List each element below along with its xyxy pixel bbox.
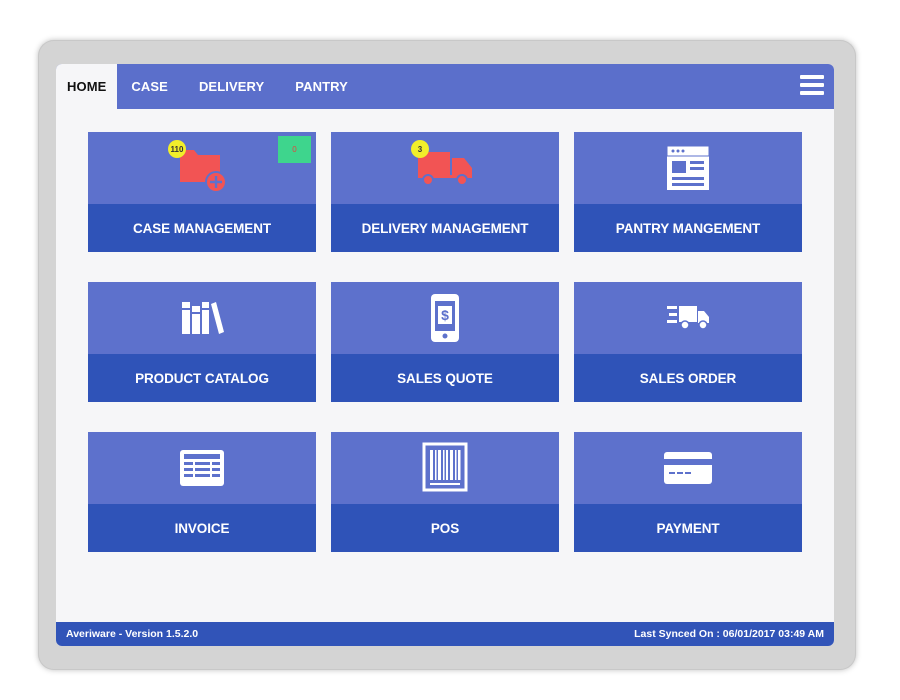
- status-footer: Averiware - Version 1.5.2.0 Last Synced …: [56, 622, 834, 646]
- svg-text:$: $: [441, 307, 449, 323]
- tile-label: SALES ORDER: [574, 354, 802, 402]
- books-icon: [178, 298, 226, 343]
- tile-label: POS: [331, 504, 559, 552]
- tile-pos[interactable]: POS: [331, 432, 559, 552]
- tile-payment[interactable]: PAYMENT: [574, 432, 802, 552]
- tile-delivery-management[interactable]: 3 DELIVERY MANAGEMENT: [331, 132, 559, 252]
- top-nav-bar: HOME CASE DELIVERY PANTRY: [56, 64, 834, 109]
- tab-home[interactable]: HOME: [56, 64, 118, 109]
- app-screen: HOME CASE DELIVERY PANTRY 110 0 CASE MAN…: [56, 64, 834, 646]
- tile-sales-order[interactable]: SALES ORDER: [574, 282, 802, 402]
- browser-window-icon: [665, 144, 711, 197]
- tab-pantry[interactable]: PANTRY: [283, 64, 360, 109]
- tile-product-catalog[interactable]: PRODUCT CATALOG: [88, 282, 316, 402]
- secondary-count-badge: 0: [278, 136, 311, 163]
- tile-label: SALES QUOTE: [331, 354, 559, 402]
- mobile-dollar-icon: $: [428, 292, 462, 349]
- tab-case[interactable]: CASE: [119, 64, 180, 109]
- tab-delivery[interactable]: DELIVERY: [187, 64, 276, 109]
- tile-invoice[interactable]: INVOICE: [88, 432, 316, 552]
- fast-delivery-icon: [665, 302, 711, 337]
- tile-label: PRODUCT CATALOG: [88, 354, 316, 402]
- last-synced-text: Last Synced On : 06/01/2017 03:49 AM: [634, 628, 824, 640]
- delivery-count-badge: 3: [411, 140, 429, 158]
- credit-card-icon: [662, 450, 714, 491]
- tile-label: CASE MANAGEMENT: [88, 204, 316, 252]
- case-count-badge: 110: [168, 140, 186, 158]
- tile-label: DELIVERY MANAGEMENT: [331, 204, 559, 252]
- hamburger-menu-icon[interactable]: [800, 73, 824, 97]
- tile-label: PAYMENT: [574, 504, 802, 552]
- tile-sales-quote[interactable]: $ SALES QUOTE: [331, 282, 559, 402]
- barcode-icon: [422, 442, 468, 497]
- tile-label: INVOICE: [88, 504, 316, 552]
- tile-case-management[interactable]: 110 0 CASE MANAGEMENT: [88, 132, 316, 252]
- version-text: Averiware - Version 1.5.2.0: [66, 628, 199, 640]
- tile-label: PANTRY MANGEMENT: [574, 204, 802, 252]
- tile-pantry-management[interactable]: PANTRY MANGEMENT: [574, 132, 802, 252]
- invoice-icon: [178, 448, 226, 493]
